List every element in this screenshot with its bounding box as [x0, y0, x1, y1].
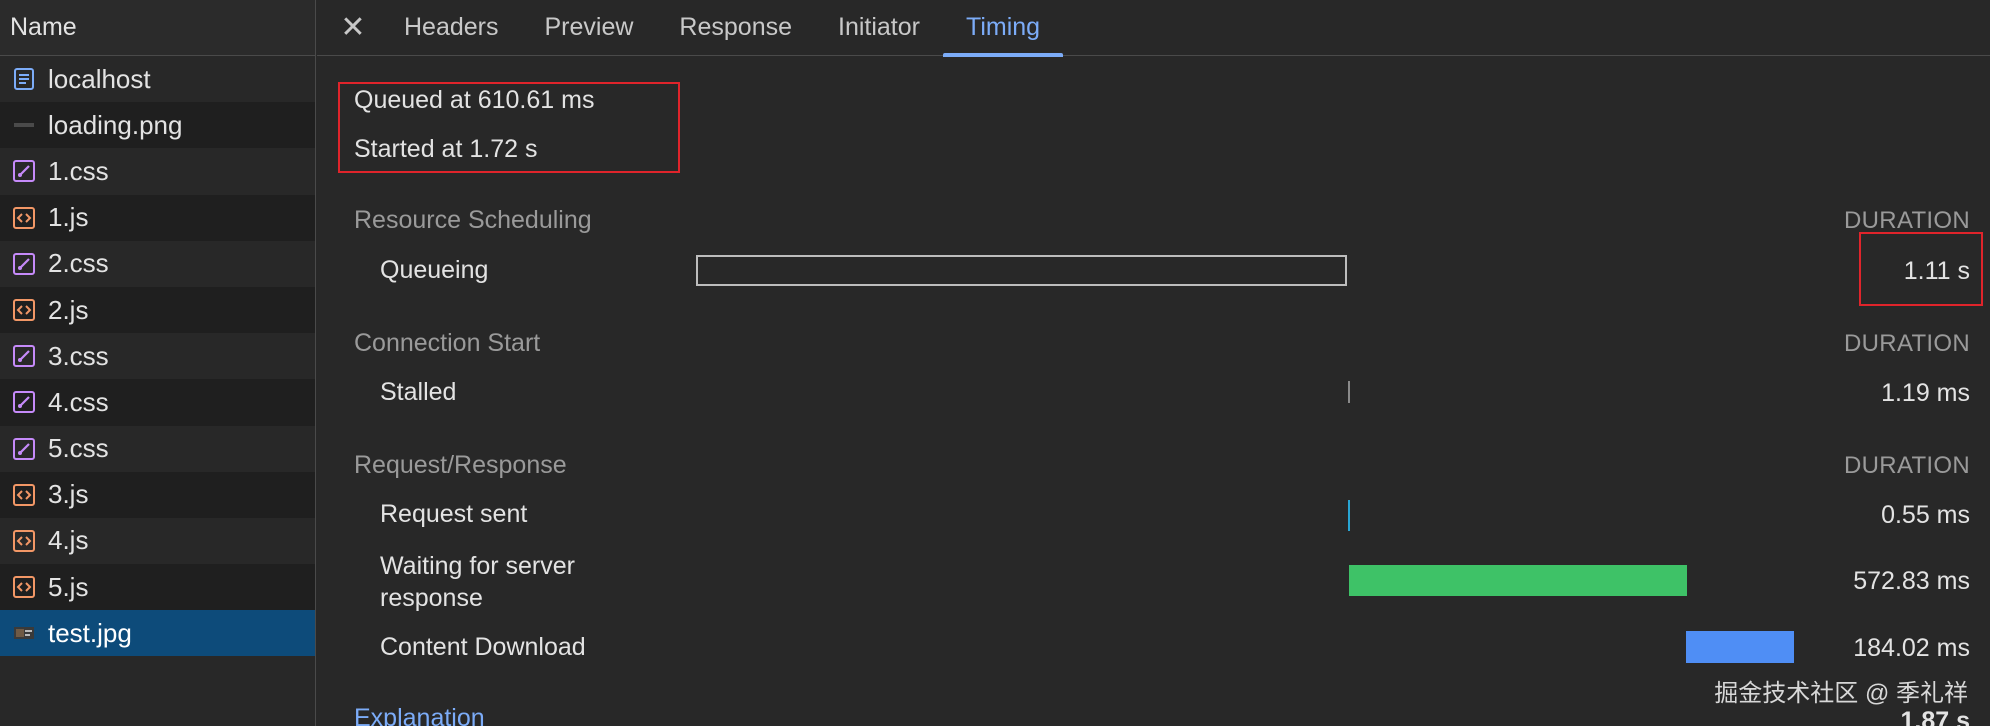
file-name: 5.css: [48, 433, 109, 464]
content-download-label: Content Download: [380, 633, 586, 661]
duration-header: DURATION: [1844, 452, 1970, 479]
image-icon: [12, 113, 36, 137]
js-icon: [12, 206, 36, 230]
file-name: loading.png: [48, 109, 183, 140]
duration-header: DURATION: [1844, 207, 1970, 234]
js-icon: [12, 483, 36, 507]
file-row[interactable]: 2.css: [0, 240, 315, 287]
js-icon: [12, 298, 36, 322]
file-row[interactable]: 4.js: [0, 517, 315, 565]
file-row[interactable]: 5.css: [0, 425, 315, 472]
request-sent-label: Request sent: [380, 500, 528, 528]
waiting-bar: [1349, 565, 1687, 596]
file-name: 3.css: [48, 340, 109, 371]
file-name: 2.js: [48, 294, 89, 325]
stalled-duration: 1.19 ms: [1881, 379, 1970, 407]
file-row[interactable]: loading.png: [0, 102, 315, 149]
file-name: 3.js: [48, 479, 89, 510]
file-row[interactable]: localhost: [0, 56, 315, 103]
tab-preview[interactable]: Preview: [522, 0, 657, 56]
started-at-text: Started at 1.72 s: [354, 135, 538, 163]
tab-response[interactable]: Response: [656, 0, 815, 56]
file-name: 4.js: [48, 525, 89, 556]
file-row[interactable]: 3.js: [0, 471, 315, 518]
file-name: 5.js: [48, 571, 89, 602]
devtools-network-panel: Name localhost loading.png 1.css 1.js 2.css 2…: [0, 0, 1990, 726]
explanation-link[interactable]: Explanation: [354, 704, 485, 726]
section-request-response: Request/Response: [354, 451, 567, 479]
stalled-bar: [1348, 381, 1350, 403]
tab-headers[interactable]: Headers: [381, 0, 522, 56]
request-sent-bar: [1348, 500, 1350, 531]
js-icon: [12, 575, 36, 599]
duration-header: DURATION: [1844, 330, 1970, 357]
css-icon: [12, 390, 36, 414]
file-name: localhost: [48, 63, 151, 94]
file-row[interactable]: 2.js: [0, 286, 315, 334]
file-row[interactable]: 3.css: [0, 333, 315, 380]
css-icon: [12, 252, 36, 276]
queued-at-text: Queued at 610.61 ms: [354, 86, 595, 114]
file-row[interactable]: 1.js: [0, 194, 315, 241]
request-list: Name localhost loading.png 1.css 1.js 2.css 2…: [0, 0, 316, 726]
section-resource-scheduling: Resource Scheduling: [354, 206, 592, 234]
waiting-duration: 572.83 ms: [1853, 567, 1970, 595]
detail-tab-bar: ✕ Headers Preview Response Initiator Tim…: [317, 0, 1990, 57]
duration-annotation-box: [1859, 232, 1983, 306]
document-icon: [12, 67, 36, 91]
close-icon[interactable]: ✕: [325, 0, 381, 56]
name-column-header[interactable]: Name: [0, 0, 315, 56]
css-icon: [12, 159, 36, 183]
file-name: test.jpg: [48, 617, 132, 648]
stalled-label: Stalled: [380, 378, 457, 406]
file-name: 2.css: [48, 248, 109, 279]
total-duration: 1.87 s: [1900, 707, 1970, 726]
file-name: 1.css: [48, 155, 109, 186]
watermark: 掘金技术社区 @ 季礼祥: [1714, 680, 1968, 707]
content-download-bar: [1686, 631, 1794, 663]
file-row[interactable]: 1.css: [0, 148, 315, 195]
css-icon: [12, 344, 36, 368]
timing-panel: Queued at 610.61 ms Started at 1.72 s Re…: [317, 57, 1990, 726]
file-row[interactable]: test.jpg: [0, 610, 315, 657]
section-connection-start: Connection Start: [354, 329, 541, 357]
tab-timing[interactable]: Timing: [942, 0, 1064, 57]
queueing-bar: [696, 255, 1347, 286]
tab-initiator[interactable]: Initiator: [815, 0, 943, 56]
css-icon: [12, 437, 36, 461]
queueing-label: Queueing: [380, 256, 489, 284]
request-sent-duration: 0.55 ms: [1881, 501, 1970, 529]
file-row[interactable]: 5.js: [0, 564, 315, 611]
content-download-duration: 184.02 ms: [1853, 634, 1970, 662]
image-icon: [12, 621, 36, 645]
file-name: 1.js: [48, 202, 89, 233]
file-name: 4.css: [48, 386, 109, 417]
waiting-label: Waiting for server response: [380, 552, 575, 612]
file-list: localhost loading.png 1.css 1.js 2.css 2.js 3.…: [0, 56, 315, 657]
file-row[interactable]: 4.css: [0, 379, 315, 426]
js-icon: [12, 529, 36, 553]
